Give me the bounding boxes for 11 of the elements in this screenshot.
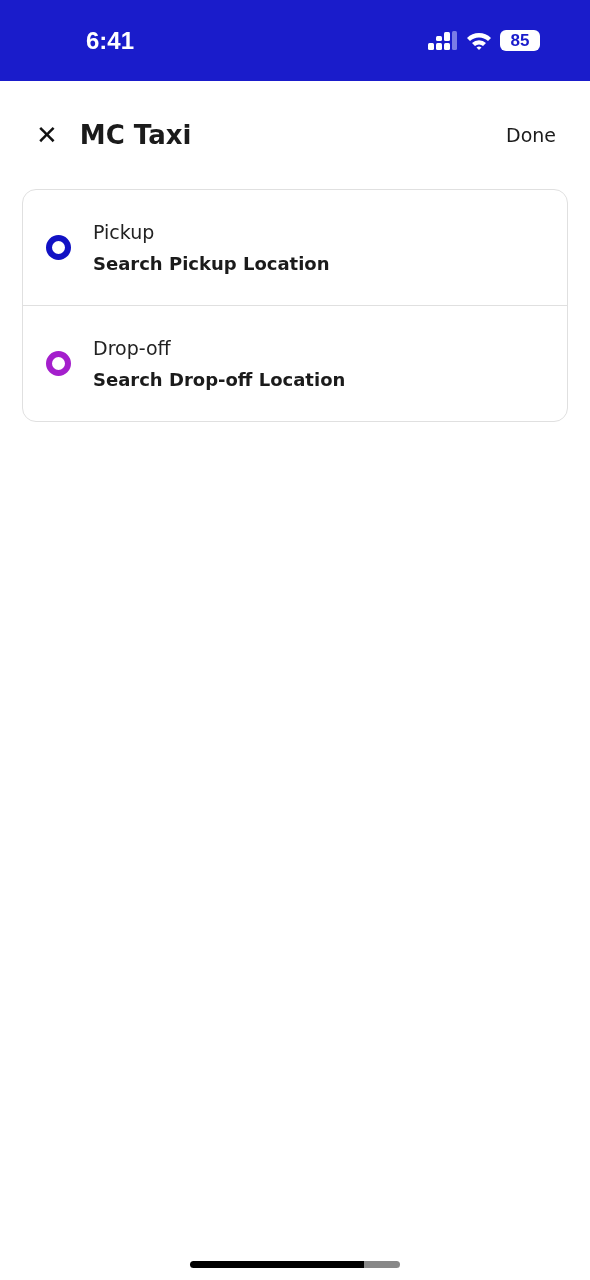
close-button[interactable]: ✕ bbox=[36, 120, 58, 150]
battery-indicator: 85 bbox=[500, 30, 540, 51]
location-search-field[interactable]: Search Drop-off Location bbox=[93, 369, 346, 390]
wifi-icon bbox=[466, 30, 492, 51]
status-time: 6:41 bbox=[86, 26, 135, 55]
stop-label: Drop-off bbox=[93, 337, 171, 359]
location-search-field[interactable]: Search Pickup Location bbox=[93, 253, 330, 274]
done-button[interactable]: Done bbox=[506, 124, 556, 146]
page-title: MC Taxi bbox=[79, 120, 193, 150]
signal-icon bbox=[428, 30, 458, 51]
stop-label: Pickup bbox=[93, 221, 155, 243]
